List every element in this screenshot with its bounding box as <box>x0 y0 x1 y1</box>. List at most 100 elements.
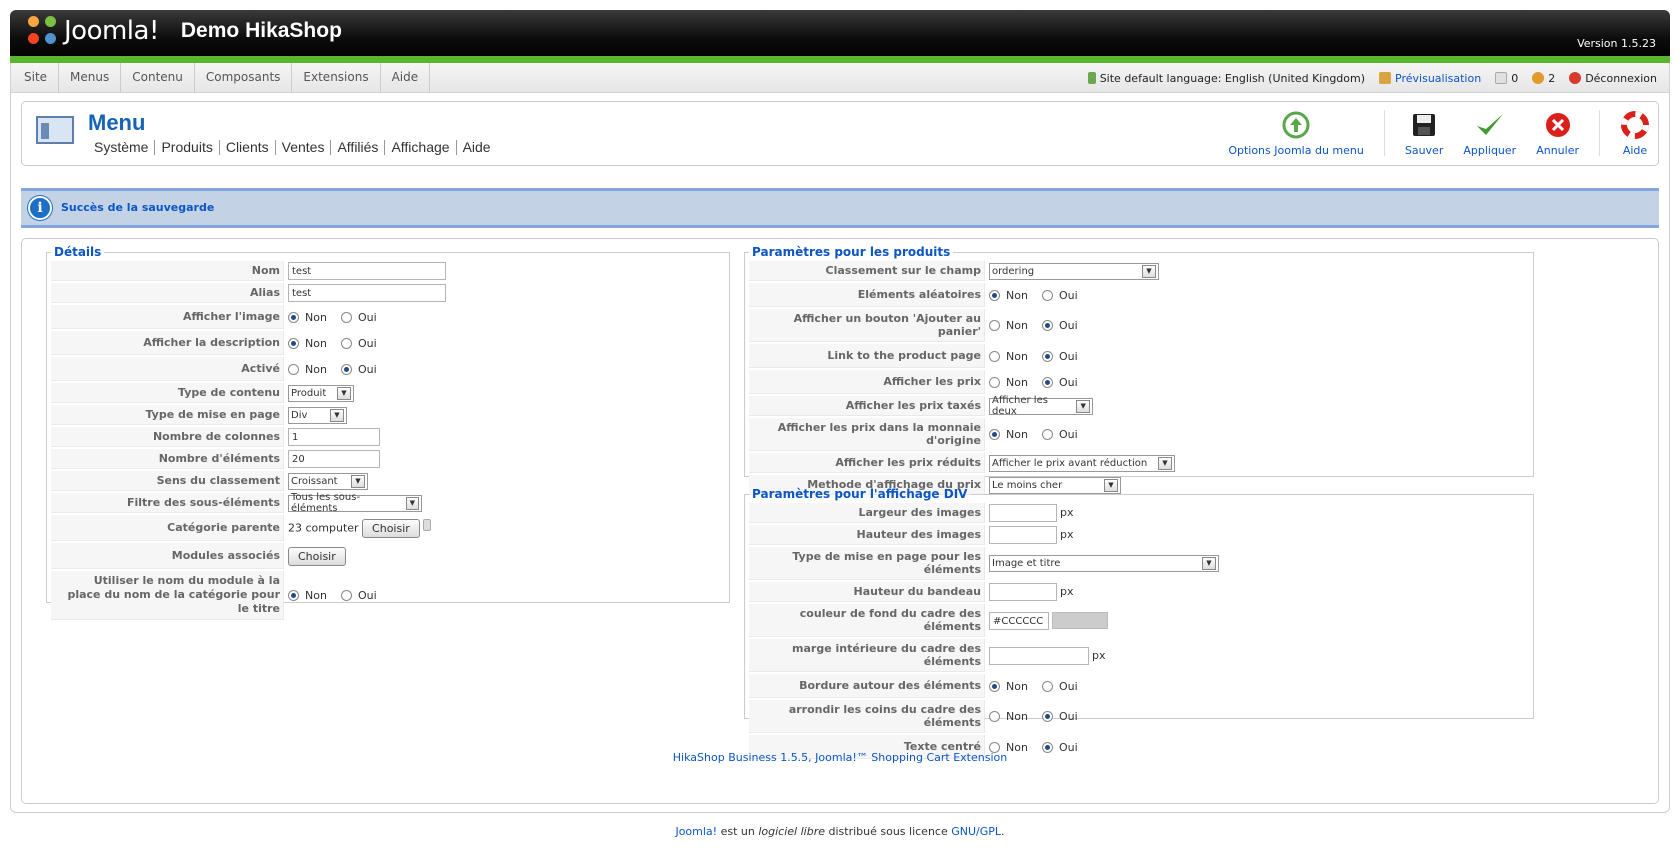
joomla-logo-icon <box>28 16 58 46</box>
bordure-non-radio[interactable] <box>989 680 1000 692</box>
trash-icon[interactable] <box>423 519 432 531</box>
logout-label[interactable]: Déconnexion <box>1585 72 1657 85</box>
logo-text: Joomla! <box>64 16 159 46</box>
ajouter-panier-oui-radio[interactable] <box>1041 320 1053 332</box>
color-swatch[interactable] <box>1052 612 1108 629</box>
bordure-oui-radio[interactable] <box>1041 680 1053 692</box>
extension-credit[interactable]: HikaShop Business 1.5.5, Joomla!™ Shoppi… <box>22 751 1658 764</box>
submenu-systeme[interactable]: Système <box>94 140 156 155</box>
nb-colonnes-input[interactable]: 1 <box>288 428 380 446</box>
save-label: Sauver <box>1404 144 1444 157</box>
extension-credit-text[interactable]: HikaShop Business 1.5.5, Joomla!™ Shoppi… <box>673 751 1007 764</box>
hauteur-input[interactable] <box>989 526 1057 544</box>
menu-menus[interactable]: Menus <box>59 63 122 93</box>
page-title: Menu <box>88 110 146 135</box>
afficher-description-non-radio[interactable] <box>288 337 299 349</box>
table-row: marge intérieure du cadre des éléments p… <box>749 639 1223 672</box>
submenu-ventes[interactable]: Ventes <box>276 140 332 155</box>
largeur-input[interactable] <box>989 504 1057 522</box>
nom-input[interactable]: test <box>288 262 446 280</box>
categorie-parente-label: Catégorie parente <box>51 515 284 541</box>
footer-text-1: est un <box>717 825 759 838</box>
table-row: Classement sur le champ ordering ▼ <box>749 261 1179 281</box>
filtre-select[interactable]: Tous les sous-éléments ▼ <box>288 492 422 514</box>
afficher-image-oui-radio[interactable] <box>340 311 352 323</box>
marge-input[interactable] <box>989 646 1089 665</box>
logout-link[interactable]: Déconnexion <box>1569 72 1657 85</box>
link-product-non-radio[interactable] <box>989 350 1000 362</box>
joomla-link[interactable]: Joomla! <box>675 825 717 838</box>
submenu-affichage[interactable]: Affichage <box>385 140 457 155</box>
non-label: Non <box>1006 375 1028 389</box>
menu-aide[interactable]: Aide <box>381 63 431 93</box>
classement-select[interactable]: ordering ▼ <box>989 262 1159 280</box>
chevron-down-icon: ▼ <box>405 496 419 510</box>
preview-link[interactable]: Prévisualisation <box>1379 72 1481 85</box>
arrondir-non-radio[interactable] <box>989 711 1000 723</box>
hauteur-bandeau-input[interactable] <box>989 583 1057 601</box>
users-icon <box>1532 72 1545 84</box>
aleatoires-non-radio[interactable] <box>989 289 1000 301</box>
type-mise-en-page-elements-select[interactable]: Image et titre ▼ <box>989 555 1219 572</box>
joomla-options-button[interactable]: Options Joomla du menu <box>1228 110 1364 157</box>
submenu-clients[interactable]: Clients <box>220 140 276 155</box>
preview-label[interactable]: Prévisualisation <box>1395 72 1481 85</box>
apply-button[interactable]: Appliquer <box>1463 110 1516 157</box>
messages-count: 0 <box>1511 71 1519 85</box>
submenu-aide[interactable]: Aide <box>457 140 497 155</box>
menu-extensions[interactable]: Extensions <box>292 63 381 93</box>
type-contenu-select[interactable]: Produit ▼ <box>288 384 354 402</box>
version-text: Version 1.5.23 <box>1577 37 1656 50</box>
alias-input[interactable]: test <box>288 284 446 302</box>
prix-reduits-select[interactable]: Afficher le prix avant réduction ▼ <box>989 454 1175 472</box>
monnaie-origine-non-radio[interactable] <box>989 429 1000 441</box>
system-message: i Succès de la sauvegarde <box>21 188 1659 228</box>
submenu-affilies[interactable]: Affiliés <box>331 140 386 155</box>
toolbar-buttons: Options Joomla du menu Sauver Appliquer <box>1208 110 1650 160</box>
license-link[interactable]: GNU/GPL <box>951 825 1001 838</box>
footer-libre: logiciel libre <box>758 825 825 838</box>
message-text: Succès de la sauvegarde <box>61 201 215 214</box>
link-product-oui-radio[interactable] <box>1041 350 1053 362</box>
menu-contenu[interactable]: Contenu <box>121 63 195 93</box>
active-non-radio[interactable] <box>288 363 299 375</box>
help-button[interactable]: Aide <box>1620 110 1650 157</box>
afficher-prix-oui-radio[interactable] <box>1041 376 1053 388</box>
couleur-fond-input[interactable]: #CCCCCC <box>989 611 1049 630</box>
menu-composants[interactable]: Composants <box>195 63 293 93</box>
users-status[interactable]: 2 <box>1532 72 1555 85</box>
afficher-image-non-radio[interactable] <box>288 311 299 323</box>
active-oui-radio[interactable] <box>340 363 352 375</box>
table-row: Afficher un bouton 'Ajouter au panier' N… <box>749 309 1179 342</box>
type-mise-en-page-value: Div <box>291 409 308 421</box>
arrondir-oui-radio[interactable] <box>1041 711 1053 723</box>
nb-elements-input[interactable]: 20 <box>288 450 380 468</box>
afficher-description-oui-radio[interactable] <box>340 337 352 349</box>
type-mise-en-page-select[interactable]: Div ▼ <box>288 406 347 424</box>
submenu-produits[interactable]: Produits <box>155 140 220 155</box>
monnaie-origine-label: Afficher les prix dans la monnaie d'orig… <box>749 418 985 451</box>
admin-header: Joomla! Demo HikaShop Version 1.5.23 <box>10 10 1670 62</box>
monnaie-origine-oui-radio[interactable] <box>1041 429 1053 441</box>
largeur-label: Largeur des images <box>749 503 985 523</box>
messages-icon <box>1495 72 1508 84</box>
save-button[interactable]: Sauver <box>1404 110 1444 157</box>
choisir-modules-button[interactable]: Choisir <box>288 546 346 566</box>
aleatoires-oui-radio[interactable] <box>1041 289 1053 301</box>
non-label: Non <box>305 310 327 324</box>
non-label: Non <box>1006 679 1028 693</box>
px-unit: px <box>1060 528 1074 541</box>
menu-site[interactable]: Site <box>13 63 60 93</box>
utiliser-nom-non-radio[interactable] <box>288 590 299 602</box>
utiliser-nom-label: Utiliser le nom du module à la place du n… <box>51 571 284 620</box>
afficher-prix-non-radio[interactable] <box>989 376 1000 388</box>
cancel-button[interactable]: Annuler <box>1536 110 1579 157</box>
table-row: Nom test <box>51 261 450 281</box>
utiliser-nom-oui-radio[interactable] <box>340 590 352 602</box>
sens-classement-select[interactable]: Croissant ▼ <box>288 472 368 490</box>
prix-taxes-select[interactable]: Afficher les deux ▼ <box>989 395 1093 417</box>
couleur-fond-label: couleur de fond du cadre des éléments <box>749 604 985 637</box>
choisir-categorie-button[interactable]: Choisir <box>362 518 420 538</box>
messages-status[interactable]: 0 <box>1495 72 1518 85</box>
ajouter-panier-non-radio[interactable] <box>989 320 1000 332</box>
